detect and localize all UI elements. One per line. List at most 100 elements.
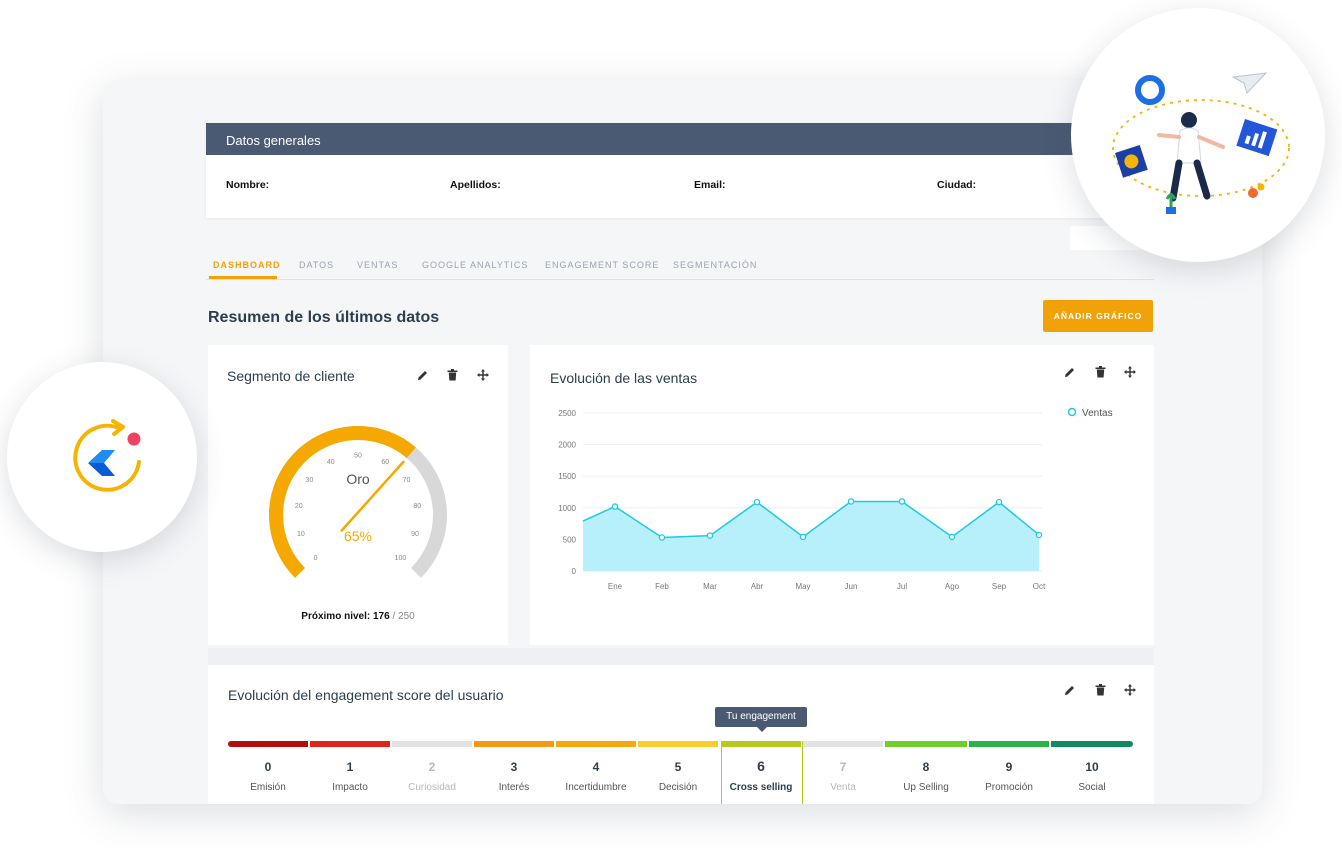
next-level-label: Próximo nivel:	[301, 611, 371, 622]
y-tick-label: 1000	[558, 504, 576, 513]
analytics-illustration-badge	[1071, 8, 1325, 262]
y-tick-label: 0	[572, 567, 577, 576]
sales-point	[995, 498, 1003, 506]
gauge-tick-label: 30	[306, 477, 314, 484]
engagement-stage-label: Incertidumbre	[565, 782, 627, 793]
engagement-card-title: Evolución del engagement score del usuar…	[228, 687, 504, 703]
sales-point	[658, 534, 666, 541]
stage: Datos generales Nombre: Apellidos: Email…	[0, 0, 1342, 848]
engagement-stage-number: 0	[264, 760, 272, 774]
next-level-text: Próximo nivel: 176 / 250	[208, 611, 508, 622]
sales-point	[706, 532, 714, 539]
tab-datos[interactable]: DATOS	[299, 260, 334, 270]
sales-point	[611, 503, 619, 510]
engagement-stage-label: Social	[1078, 782, 1106, 793]
engagement-stage-bar	[392, 741, 472, 747]
x-tick-label: Feb	[655, 582, 669, 591]
engagement-stage-number: 10	[1085, 760, 1099, 774]
analytics-illustration	[1112, 72, 1290, 214]
trash-icon[interactable]	[1095, 684, 1106, 696]
engagement-stage-number: 6	[757, 758, 765, 774]
x-tick-label: Jun	[845, 582, 858, 591]
engagement-stage-label: Decisión	[658, 782, 698, 793]
general-data-title: Datos generales	[206, 123, 1154, 155]
sales-point	[847, 498, 855, 505]
engagement-stage-label: Curiosidad	[408, 782, 456, 793]
legend-label: Ventas	[1082, 408, 1113, 419]
segment-label: Oro	[346, 471, 370, 487]
y-tick-label: 2000	[558, 441, 576, 450]
engagement-stage-bar	[474, 741, 554, 747]
engagement-stage-number: 7	[839, 760, 847, 774]
legend-marker	[1067, 407, 1077, 417]
x-tick-label: May	[795, 582, 810, 591]
engagement-stage-label: Cross selling	[729, 782, 793, 793]
brand-logo	[73, 419, 141, 492]
y-tick-label: 1500	[558, 472, 576, 481]
segment-card-title: Segmento de cliente	[227, 368, 355, 384]
general-fields: Nombre: Apellidos: Email: Ciudad:	[206, 155, 1154, 218]
pencil-icon[interactable]	[417, 369, 429, 381]
field-nombre: Nombre:	[226, 179, 270, 191]
gauge-tick-label: 80	[413, 503, 421, 510]
engagement-stage-label: Impacto	[332, 782, 368, 793]
engagement-stage-label: Promoción	[985, 782, 1033, 793]
engagement-stage-number: 9	[1005, 760, 1013, 774]
gauge-tick-label: 0	[314, 555, 318, 562]
add-chart-button[interactable]: AÑADIR GRÁFICO	[1043, 300, 1153, 332]
engagement-stage-bar	[556, 741, 636, 747]
x-tick-label: Oct	[1033, 582, 1046, 591]
trash-icon[interactable]	[447, 369, 458, 381]
sales-point	[948, 533, 956, 541]
gauge-tick-label: 70	[403, 477, 411, 484]
engagement-stage-number: 2	[428, 760, 436, 774]
engagement-stage-bar	[885, 741, 967, 747]
tab-ventas[interactable]: VENTAS	[357, 260, 398, 270]
engagement-stage-label: Interés	[498, 782, 530, 793]
tab-google-analytics[interactable]: GOOGLE ANALYTICS	[422, 260, 528, 270]
tab-bar: DASHBOARD DATOS VENTAS GOOGLE ANALYTICS …	[206, 252, 1154, 280]
gauge-tick-label: 90	[411, 531, 419, 538]
tab-engagement-score[interactable]: ENGAGEMENT SCORE	[545, 260, 659, 270]
pencil-icon[interactable]	[1064, 684, 1076, 696]
x-tick-label: Abr	[751, 582, 764, 591]
grid-separator	[208, 648, 1154, 665]
field-ciudad: Ciudad:	[937, 179, 977, 191]
gauge-tick-label: 60	[381, 459, 389, 466]
brand-logo-badge	[7, 362, 197, 552]
sales-card: Evolución de las ventas 0 500 1000 1500 2000…	[530, 345, 1154, 645]
engagement-stage-label: Up Selling	[903, 782, 949, 793]
gauge-tick-label: 100	[395, 555, 407, 562]
move-icon[interactable]	[1124, 684, 1136, 696]
engagement-stage-number: 1	[346, 760, 354, 774]
next-level-total: / 250	[392, 611, 415, 622]
gauge-tick-label: 40	[327, 459, 335, 466]
engagement-stage-bar	[228, 741, 308, 747]
engagement-stage-number: 4	[592, 760, 600, 774]
tab-dashboard[interactable]: DASHBOARD	[213, 260, 281, 270]
y-tick-label: 2500	[558, 409, 576, 418]
engagement-stage-bar	[803, 741, 883, 747]
tab-segmentacion[interactable]: SEGMENTACIÓN	[673, 260, 757, 270]
sales-area	[583, 501, 1039, 571]
engagement-stage-label: Venta	[830, 782, 856, 793]
x-tick-label: Jul	[897, 582, 907, 591]
sales-point	[1035, 531, 1043, 539]
sales-point	[753, 498, 761, 506]
engagement-stage-number: 5	[674, 760, 682, 774]
next-level-value: 176	[372, 611, 390, 622]
gauge-chart: 0 10 20 30 40 50 60 70 80 90 100 Oro 65%	[269, 426, 447, 578]
x-tick-label: Sep	[992, 582, 1007, 591]
sales-chart: 0 500 1000 1500 2000 2500 Ene Feb Mar Abr May Jun J…	[558, 407, 1113, 591]
engagement-stage-bar	[969, 741, 1049, 747]
general-data-panel: Datos generales Nombre: Apellidos: Email…	[206, 123, 1154, 218]
active-tab-indicator	[209, 276, 277, 279]
x-tick-label: Mar	[703, 582, 717, 591]
segment-percent: 65%	[344, 528, 372, 544]
move-icon[interactable]	[477, 369, 489, 381]
engagement-stage-label: Emisión	[250, 782, 286, 793]
x-tick-label: Ene	[608, 582, 623, 591]
field-apellidos: Apellidos:	[450, 179, 501, 191]
x-tick-label: Ago	[945, 582, 960, 591]
sales-point	[799, 533, 807, 541]
